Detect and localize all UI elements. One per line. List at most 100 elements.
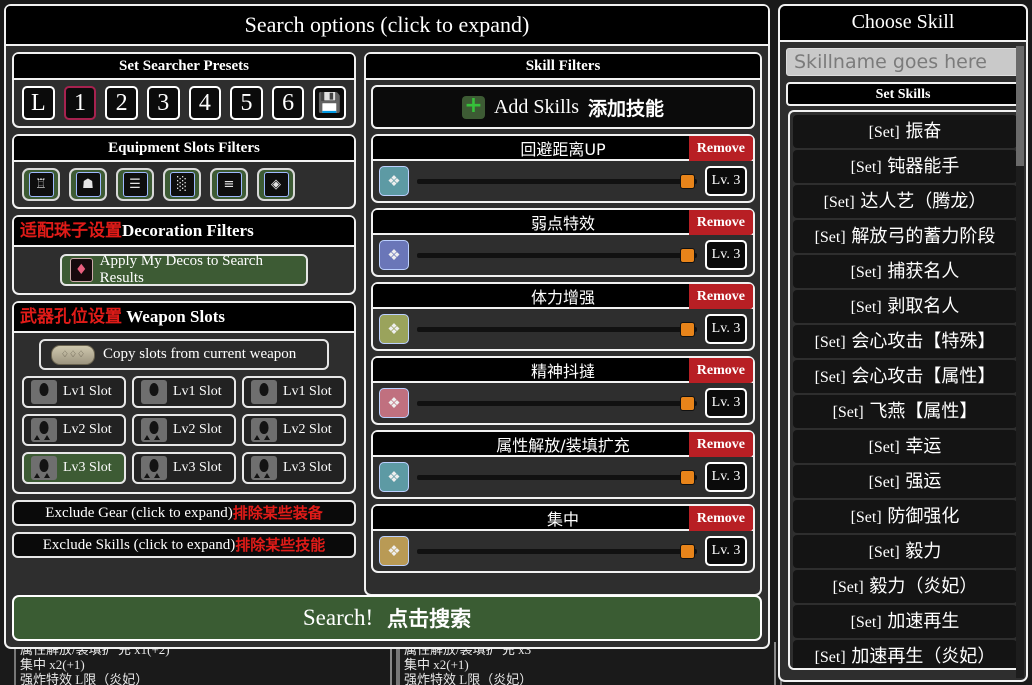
- skill-name: 精神抖撻: [530, 361, 595, 381]
- preset-button-L[interactable]: L: [22, 86, 55, 120]
- slot-lv2-icon: [31, 418, 57, 442]
- skill-list-item-label: 幸运: [905, 436, 942, 457]
- preset-button-3[interactable]: 3: [146, 86, 180, 120]
- skill-list-item[interactable]: [Set] 加速再生: [793, 605, 1017, 638]
- skill-list-item[interactable]: [Set] 捕获名人: [793, 255, 1017, 288]
- slot-lv3-icon: [31, 456, 57, 480]
- decoration-filters-header: 适配珠子设置Decoration Filters: [14, 217, 354, 247]
- waist-slot-filter[interactable]: ░: [163, 168, 201, 201]
- equipment-slots-row: ♖ ☗ ☰ ░ ≡ ◈: [14, 162, 354, 207]
- preset-button-5[interactable]: 5: [230, 86, 263, 120]
- skill-list-item[interactable]: [Set] 钝器能手: [793, 150, 1017, 183]
- skill-name: 属性解放/装填扩充: [496, 435, 630, 455]
- skill-list-item-label: 加速再生（炎妃）: [851, 646, 996, 667]
- skill-list-item-label: 解放弓的蓄力阶段: [851, 226, 996, 247]
- remove-skill-button[interactable]: Remove: [688, 284, 753, 309]
- set-tag: [Set]: [868, 439, 900, 456]
- slot-lv1-icon: [31, 380, 57, 404]
- skill-list-item-label: 钝器能手: [887, 156, 960, 177]
- remove-skill-button[interactable]: Remove: [688, 432, 753, 457]
- skill-list-item[interactable]: [Set] 会心攻击【属性】: [793, 360, 1017, 393]
- copy-slots-button[interactable]: ♢♢♢ Copy slots from current weapon: [39, 339, 329, 370]
- slider-thumb[interactable]: [680, 247, 695, 263]
- skill-list-item[interactable]: [Set] 达人艺（腾龙）: [793, 185, 1017, 218]
- set-tag: [Set]: [832, 404, 864, 421]
- weapon-slot-6[interactable]: Lv3 Slot: [22, 452, 126, 484]
- add-skills-button[interactable]: + Add Skills 添加技能: [371, 85, 755, 129]
- skill-level-slider[interactable]: [417, 393, 697, 413]
- slider-thumb[interactable]: [680, 173, 695, 189]
- skill-list-item-label: 飞燕【属性】: [869, 401, 978, 422]
- skill-list[interactable]: [Set] 振奋 [Set] 钝器能手 [Set] 达人艺（腾龙） [Set] …: [788, 110, 1020, 670]
- search-label: Search!: [302, 605, 374, 630]
- weapon-slots-group: 武器孔位设置 Weapon Slots ♢♢♢ Copy slots from …: [12, 301, 356, 494]
- weapon-slot-label: Lv2 Slot: [63, 422, 112, 437]
- set-tag: [Set]: [814, 369, 846, 386]
- skill-search-input[interactable]: Skillname goes here: [786, 48, 1020, 76]
- skill-list-item[interactable]: [Set] 加速再生（炎妃）: [793, 640, 1017, 668]
- slider-thumb[interactable]: [680, 395, 695, 411]
- skill-list-item[interactable]: [Set] 毅力: [793, 535, 1017, 568]
- helmet-slot-filter[interactable]: ♖: [22, 168, 60, 201]
- search-button[interactable]: Search! 点击搜索: [12, 595, 762, 641]
- skill-list-scrollbar[interactable]: [1016, 46, 1024, 678]
- skill-level-slider[interactable]: [417, 541, 697, 561]
- weapon-slot-5[interactable]: Lv2 Slot: [242, 414, 346, 446]
- weapon-slot-2[interactable]: Lv1 Slot: [242, 376, 346, 408]
- skill-level-slider[interactable]: [417, 319, 697, 339]
- slider-thumb[interactable]: [680, 469, 695, 485]
- floppy-disk-icon[interactable]: 💾: [313, 86, 346, 120]
- scrollbar-thumb[interactable]: [1016, 46, 1024, 166]
- weapon-slot-3[interactable]: Lv2 Slot: [22, 414, 126, 446]
- add-skills-label-cn: 添加技能: [588, 97, 665, 120]
- equipment-slots-group: Equipment Slots Filters ♖ ☗ ☰ ░ ≡ ◈: [12, 134, 356, 209]
- skill-list-item[interactable]: [Set] 会心攻击【特殊】: [793, 325, 1017, 358]
- weapon-slot-label: Lv1 Slot: [63, 384, 112, 399]
- preset-button-1[interactable]: 1: [63, 86, 97, 120]
- skill-list-item[interactable]: [Set] 剥取名人: [793, 290, 1017, 323]
- remove-skill-button[interactable]: Remove: [688, 210, 753, 235]
- remove-skill-button[interactable]: Remove: [688, 358, 753, 383]
- skill-list-item-label: 剥取名人: [887, 296, 960, 317]
- skill-list-item[interactable]: [Set] 毅力（炎妃）: [793, 570, 1017, 603]
- skill-list-item[interactable]: [Set] 防御强化: [793, 500, 1017, 533]
- weapon-slot-8[interactable]: Lv3 Slot: [242, 452, 346, 484]
- skill-level-value: Lv. 3: [705, 314, 747, 344]
- legs-slot-filter[interactable]: ≡: [210, 168, 248, 201]
- preset-button-4[interactable]: 4: [188, 86, 222, 120]
- bg-cell: 强炸特效 L限（炎妃）: [20, 672, 149, 685]
- slider-thumb[interactable]: [680, 543, 695, 559]
- choose-skill-panel: Choose Skill Skillname goes here Set Ski…: [778, 4, 1028, 682]
- set-tag: [Set]: [814, 649, 846, 666]
- preset-button-6[interactable]: 6: [271, 86, 305, 120]
- preset-button-2[interactable]: 2: [105, 86, 138, 120]
- arms-slot-filter[interactable]: ☰: [116, 168, 154, 201]
- search-options-title[interactable]: Search options (click to expand): [6, 6, 768, 46]
- skill-list-item[interactable]: [Set] 解放弓的蓄力阶段: [793, 220, 1017, 253]
- skill-list-item[interactable]: [Set] 强运: [793, 465, 1017, 498]
- charm-slot-filter[interactable]: ◈: [257, 168, 295, 201]
- slider-thumb[interactable]: [680, 321, 695, 337]
- chest-slot-filter[interactable]: ☗: [69, 168, 107, 201]
- exclude-gear-button[interactable]: Exclude Gear (click to expand) 排除某些装备: [12, 500, 356, 526]
- skill-list-item[interactable]: [Set] 幸运: [793, 430, 1017, 463]
- remove-skill-button[interactable]: Remove: [688, 136, 753, 161]
- skill-list-item[interactable]: [Set] 飞燕【属性】: [793, 395, 1017, 428]
- weapon-slot-0[interactable]: Lv1 Slot: [22, 376, 126, 408]
- apply-decos-button[interactable]: ♦ Apply My Decos to Search Results: [60, 253, 308, 286]
- weapon-slot-4[interactable]: Lv2 Slot: [132, 414, 236, 446]
- weapon-slot-7[interactable]: Lv3 Slot: [132, 452, 236, 484]
- skill-filters-column: Skill Filters + Add Skills 添加技能 回避距离UP R…: [364, 52, 762, 596]
- weapon-slots-header: 武器孔位设置 Weapon Slots: [14, 303, 354, 333]
- exclude-skills-button[interactable]: Exclude Skills (click to expand) 排除某些技能: [12, 532, 356, 558]
- weapon-slot-1[interactable]: Lv1 Slot: [132, 376, 236, 408]
- weapon-header-cn: 武器孔位设置: [20, 307, 122, 327]
- chest-icon: ☗: [75, 172, 101, 197]
- app-root: 属性解放/装填扩 充 x1(+2) 集中 x2(+1) 强炸特效 L限（炎妃） …: [0, 0, 1032, 685]
- skill-level-slider[interactable]: [417, 467, 697, 487]
- skill-list-item[interactable]: [Set] 振奋: [793, 115, 1017, 148]
- remove-skill-button[interactable]: Remove: [688, 506, 753, 531]
- skill-level-slider[interactable]: [417, 245, 697, 265]
- skill-icon: ❖: [379, 388, 409, 418]
- skill-level-slider[interactable]: [417, 171, 697, 191]
